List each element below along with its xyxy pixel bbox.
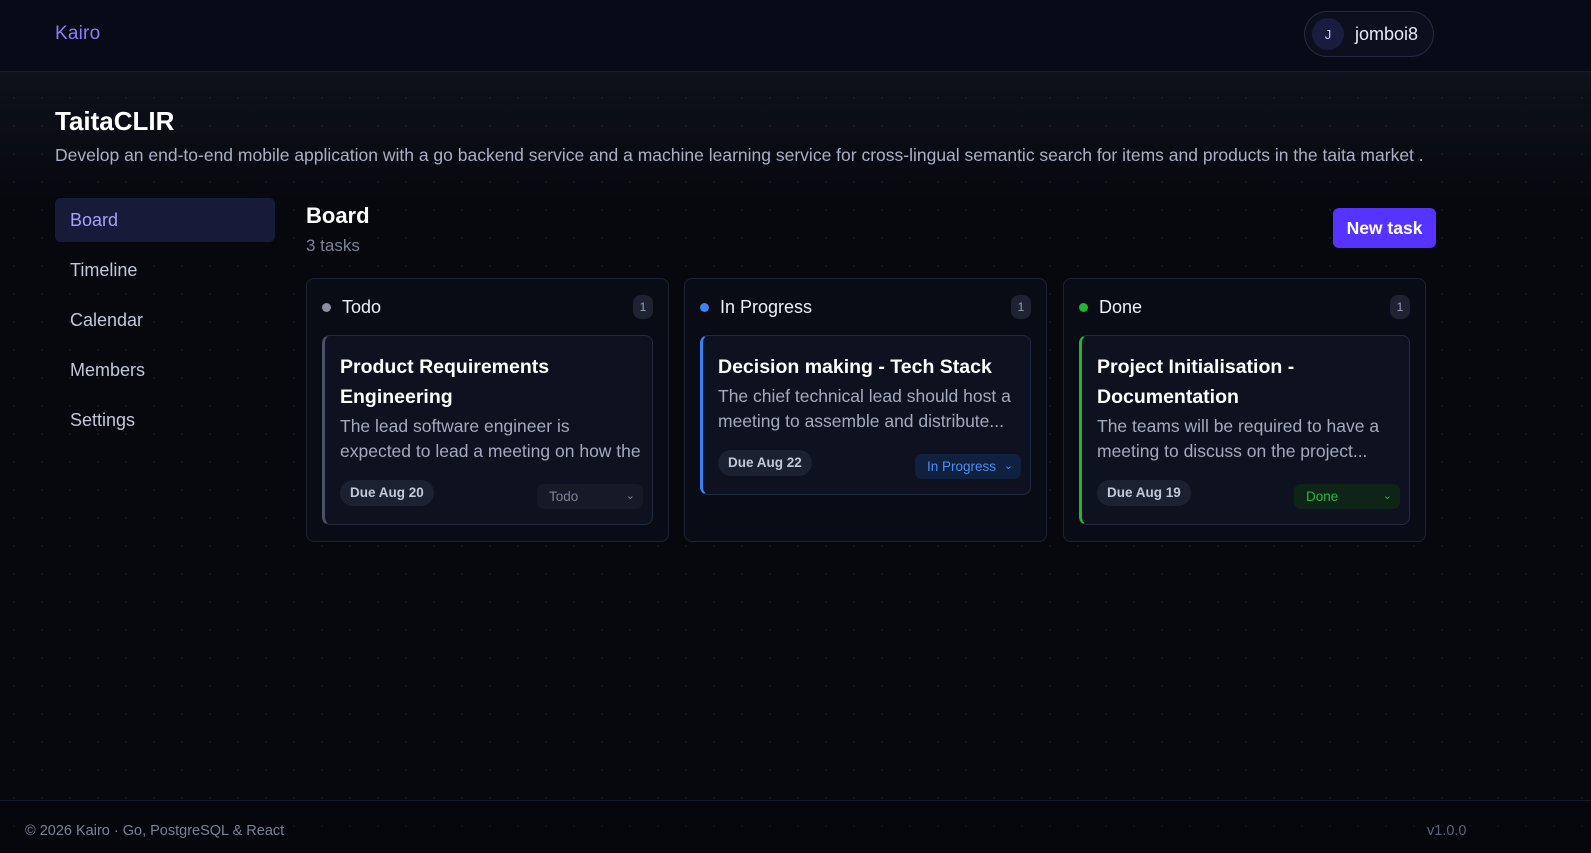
footer-version: v1.0.0 bbox=[1427, 823, 1467, 839]
column-count-badge: 1 bbox=[1011, 295, 1031, 319]
column-title: In Progress bbox=[720, 297, 813, 317]
new-task-button[interactable]: New task bbox=[1333, 208, 1436, 248]
column-done: Done 1 Project Initialisation - Document… bbox=[1063, 278, 1426, 542]
status-dropdown[interactable]: In Progress ⌄ bbox=[915, 454, 1021, 479]
column-header: In Progress bbox=[700, 297, 812, 318]
status-dot-icon bbox=[1079, 303, 1088, 312]
task-count: 3 tasks bbox=[306, 236, 360, 255]
due-date-badge: Due Aug 19 bbox=[1097, 480, 1191, 506]
task-title: Project Initialisation - Documentation bbox=[1097, 356, 1295, 408]
footer: © 2026 Kairo · Go, PostgreSQL & React v1… bbox=[0, 800, 1591, 853]
chevron-down-icon: ⌄ bbox=[625, 490, 635, 502]
project-description: Develop an end-to-end mobile application… bbox=[55, 145, 1424, 165]
column-in-progress: In Progress 1 Decision making - Tech Sta… bbox=[684, 278, 1047, 542]
footer-copyright: © 2026 Kairo · Go, PostgreSQL & React bbox=[25, 823, 285, 839]
chevron-down-icon: ⌄ bbox=[1382, 490, 1392, 502]
user-menu-button[interactable]: J jomboi8 bbox=[1304, 11, 1434, 57]
sidebar-item-members[interactable]: Members bbox=[55, 348, 275, 392]
sidebar-nav: Board Timeline Calendar Members Settings bbox=[55, 198, 275, 448]
status-dropdown-value: Todo bbox=[549, 489, 579, 504]
top-bar: Kairo J jomboi8 bbox=[0, 0, 1591, 72]
project-title: TaitaCLIR bbox=[55, 106, 175, 136]
task-card[interactable]: Product Requirements Engineering The lea… bbox=[322, 335, 653, 525]
status-dropdown[interactable]: Todo ⌄ bbox=[537, 484, 643, 509]
sidebar-item-settings[interactable]: Settings bbox=[55, 398, 275, 442]
column-todo: Todo 1 Product Requirements Engineering … bbox=[306, 278, 669, 542]
due-date-badge: Due Aug 20 bbox=[340, 480, 434, 506]
status-dot-icon bbox=[700, 303, 709, 312]
column-title: Todo bbox=[342, 297, 382, 317]
username: jomboi8 bbox=[1355, 23, 1419, 44]
header-backdrop bbox=[0, 72, 1591, 202]
column-title: Done bbox=[1099, 297, 1143, 317]
sidebar-item-calendar[interactable]: Calendar bbox=[55, 298, 275, 342]
due-date-badge: Due Aug 22 bbox=[718, 450, 812, 476]
chevron-down-icon: ⌄ bbox=[1003, 460, 1013, 472]
status-dot-icon bbox=[322, 303, 331, 312]
status-dropdown-value: Done bbox=[1306, 489, 1339, 504]
status-dropdown[interactable]: Done ⌄ bbox=[1294, 484, 1400, 509]
task-description: The chief technical lead should host a m… bbox=[718, 386, 1011, 431]
task-title: Product Requirements Engineering bbox=[340, 356, 550, 408]
brand-logo[interactable]: Kairo bbox=[55, 23, 100, 45]
sidebar-item-board[interactable]: Board bbox=[55, 198, 275, 242]
column-count-badge: 1 bbox=[1390, 295, 1410, 319]
avatar: J bbox=[1312, 18, 1344, 50]
board-title: Board bbox=[306, 203, 370, 228]
column-header: Done bbox=[1079, 297, 1142, 318]
column-header: Todo bbox=[322, 297, 381, 318]
task-description: The teams will be required to have a mee… bbox=[1097, 416, 1380, 461]
sidebar-item-timeline[interactable]: Timeline bbox=[55, 248, 275, 292]
status-dropdown-value: In Progress bbox=[927, 459, 997, 474]
task-title: Decision making - Tech Stack bbox=[718, 356, 992, 378]
task-card[interactable]: Project Initialisation - Documentation T… bbox=[1079, 335, 1410, 525]
task-description: The lead software engineer is expected t… bbox=[340, 416, 641, 461]
task-card[interactable]: Decision making - Tech Stack The chief t… bbox=[700, 335, 1031, 495]
column-count-badge: 1 bbox=[633, 295, 653, 319]
